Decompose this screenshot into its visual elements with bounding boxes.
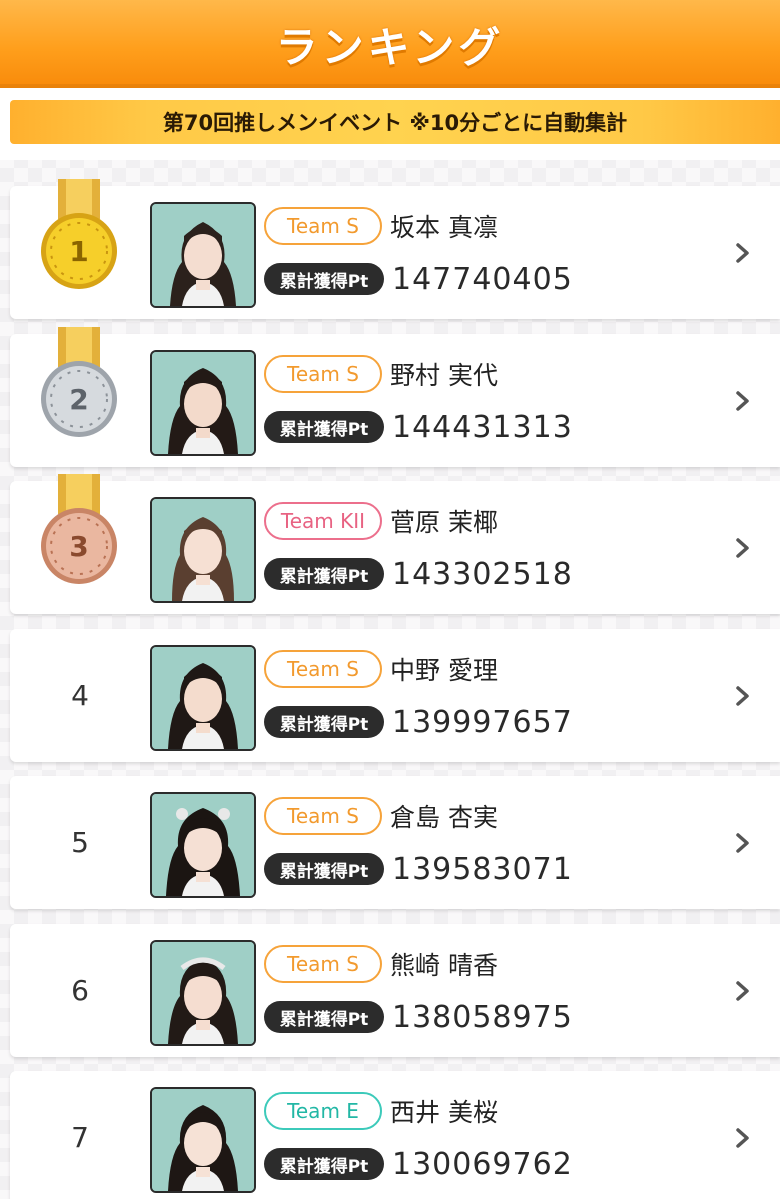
ranking-row[interactable]: 3 Team KII 菅原 茉椰 累計獲得Pt 143302518	[10, 474, 780, 614]
team-badge: Team S	[264, 650, 382, 688]
points-value: 130069762	[392, 1146, 573, 1182]
silver-medal-icon: 2	[41, 327, 117, 437]
rank-number: 4	[71, 679, 89, 712]
member-photo	[150, 940, 256, 1046]
portrait-image	[152, 794, 254, 896]
portrait-image	[152, 1089, 254, 1191]
ranking-row[interactable]: 4 Team S 中野 愛理 累計獲得Pt 139997657	[10, 629, 780, 762]
member-name: 中野 愛理	[390, 656, 498, 685]
rank-number: 3	[69, 530, 88, 563]
member-photo	[150, 1087, 256, 1193]
portrait-image	[152, 942, 254, 1044]
ranking-row[interactable]: 2 Team S 野村 実代 累計獲得Pt 144431313	[10, 327, 780, 467]
chevron-right-icon[interactable]	[730, 976, 754, 1006]
points-label: 累計獲得Pt	[264, 1001, 384, 1033]
member-name: 菅原 茉椰	[390, 508, 498, 537]
points-value: 144431313	[392, 409, 573, 445]
portrait-image	[152, 499, 254, 601]
member-name: 坂本 真凛	[390, 213, 498, 242]
points-value: 139583071	[392, 851, 573, 887]
ranking-row[interactable]: 1 Team S 坂本 真凛 累計獲得Pt 147740405	[10, 179, 780, 319]
rank-number: 5	[71, 826, 89, 859]
ranking-row[interactable]: 5 Team S 倉島 杏実 累計獲得Pt 139583071	[10, 776, 780, 909]
chevron-right-icon[interactable]	[730, 1123, 754, 1153]
member-name: 西井 美桜	[390, 1098, 498, 1127]
team-badge: Team KII	[264, 502, 382, 540]
team-badge: Team S	[264, 207, 382, 245]
page-header: ランキング	[0, 0, 780, 88]
rank-number: 7	[71, 1121, 89, 1154]
event-banner-area: 第70回推しメンイベント ※10分ごとに自動集計	[0, 88, 780, 160]
member-name: 野村 実代	[390, 361, 498, 390]
member-photo	[150, 350, 256, 456]
points-value: 143302518	[392, 556, 573, 592]
event-label: 第70回推しメンイベント ※10分ごとに自動集計	[162, 111, 628, 135]
chevron-right-icon[interactable]	[730, 533, 754, 563]
gold-medal-icon: 1	[41, 179, 117, 289]
member-photo	[150, 792, 256, 898]
page-title: ランキング	[275, 22, 505, 72]
member-photo	[150, 645, 256, 751]
ranking-row[interactable]: 7 Team E 西井 美桜 累計獲得Pt 130069762	[10, 1071, 780, 1199]
portrait-image	[152, 204, 254, 306]
points-label: 累計獲得Pt	[264, 558, 384, 590]
points-label: 累計獲得Pt	[264, 411, 384, 443]
chevron-right-icon[interactable]	[730, 386, 754, 416]
event-banner: 第70回推しメンイベント ※10分ごとに自動集計	[10, 100, 780, 144]
points-value: 138058975	[392, 999, 573, 1035]
rank-number: 1	[69, 235, 88, 268]
member-name: 熊崎 晴香	[390, 951, 498, 980]
member-name: 倉島 杏実	[390, 803, 498, 832]
bronze-medal-icon: 3	[41, 474, 117, 584]
member-photo	[150, 202, 256, 308]
portrait-image	[152, 352, 254, 454]
points-label: 累計獲得Pt	[264, 706, 384, 738]
points-label: 累計獲得Pt	[264, 1148, 384, 1180]
rank-number: 2	[69, 383, 88, 416]
points-label: 累計獲得Pt	[264, 263, 384, 295]
points-value: 147740405	[392, 261, 573, 297]
chevron-right-icon[interactable]	[730, 238, 754, 268]
team-badge: Team S	[264, 945, 382, 983]
points-value: 139997657	[392, 704, 573, 740]
team-badge: Team S	[264, 355, 382, 393]
team-badge: Team S	[264, 797, 382, 835]
chevron-right-icon[interactable]	[730, 681, 754, 711]
portrait-image	[152, 647, 254, 749]
chevron-right-icon[interactable]	[730, 828, 754, 858]
ranking-row[interactable]: 6 Team S 熊崎 晴香 累計獲得Pt 138058975	[10, 924, 780, 1057]
points-label: 累計獲得Pt	[264, 853, 384, 885]
rank-number: 6	[71, 974, 89, 1007]
member-photo	[150, 497, 256, 603]
team-badge: Team E	[264, 1092, 382, 1130]
